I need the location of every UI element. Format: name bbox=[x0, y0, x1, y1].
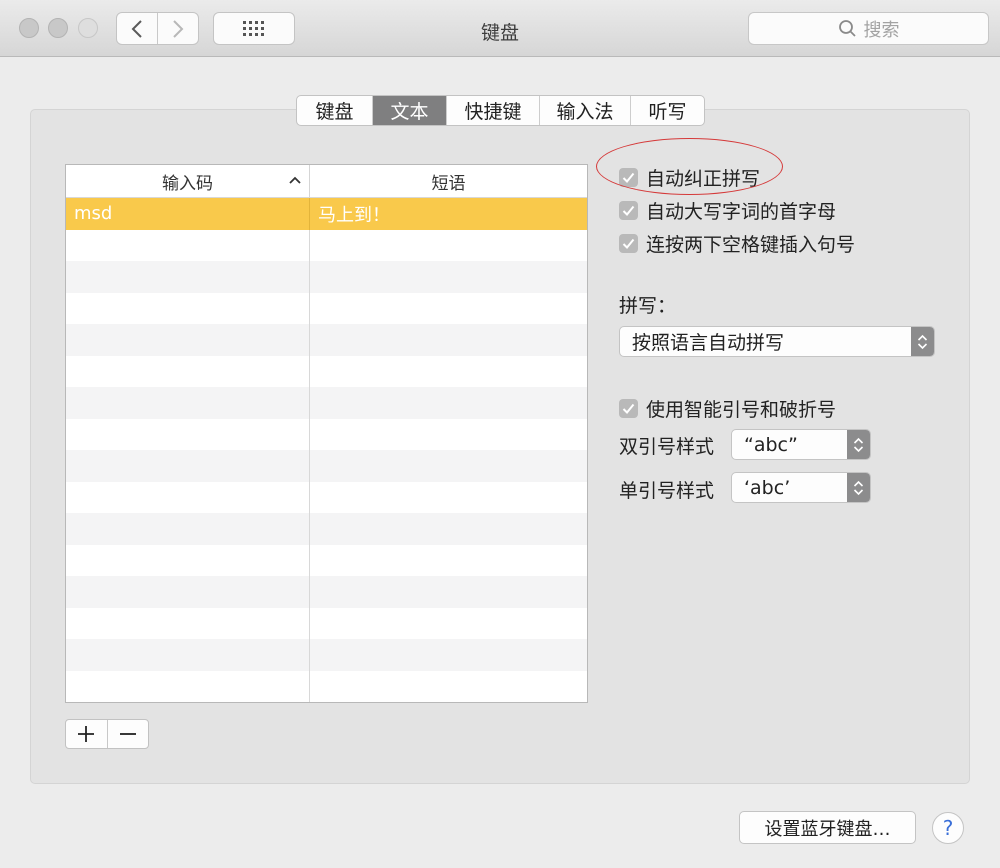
table-row-empty bbox=[66, 292, 587, 324]
add-remove-control bbox=[65, 719, 149, 749]
smart-quotes-label: 使用智能引号和破折号 bbox=[646, 399, 837, 421]
autocap-option[interactable]: 自动大写字词的首字母 bbox=[619, 197, 836, 224]
zoom-window-button[interactable] bbox=[78, 18, 98, 38]
table-row-empty bbox=[66, 670, 587, 702]
up-down-chevron-icon bbox=[853, 437, 864, 452]
search-icon bbox=[838, 20, 856, 37]
remove-button[interactable] bbox=[106, 720, 149, 748]
autocap-label: 自动大写字词的首字母 bbox=[646, 201, 837, 223]
back-button[interactable] bbox=[117, 13, 157, 44]
setup-bluetooth-keyboard-button[interactable]: 设置蓝牙键盘… bbox=[739, 811, 916, 844]
single-quote-popup[interactable]: ‘abc’ bbox=[731, 472, 871, 503]
chevron-left-icon bbox=[131, 19, 142, 38]
cell-code[interactable]: msd bbox=[66, 198, 310, 230]
tab-bar: 键盘 文本 快捷键 输入法 听写 bbox=[296, 95, 705, 126]
table-row[interactable]: msd 马上到！ bbox=[66, 198, 587, 230]
text-replacement-table[interactable]: 输入码 短语 msd 马上到！ bbox=[65, 164, 588, 703]
search-field[interactable]: 搜索 bbox=[748, 12, 989, 45]
popup-stepper bbox=[847, 473, 870, 502]
table-row-empty bbox=[66, 544, 587, 576]
tab-dictation[interactable]: 听写 bbox=[630, 96, 704, 125]
tab-text[interactable]: 文本 bbox=[372, 96, 446, 125]
up-down-chevron-icon bbox=[853, 480, 864, 495]
table-row-empty bbox=[66, 387, 587, 419]
double-quote-popup[interactable]: “abc” bbox=[731, 429, 871, 460]
table-row-empty bbox=[66, 639, 587, 671]
autocap-checkbox[interactable] bbox=[619, 201, 638, 220]
table-row-empty bbox=[66, 418, 587, 450]
add-button[interactable] bbox=[66, 720, 107, 748]
table-row-empty bbox=[66, 450, 587, 482]
column-header-code[interactable]: 输入码 bbox=[66, 165, 310, 197]
double-quote-value: “abc” bbox=[744, 433, 798, 456]
table-row-empty bbox=[66, 702, 587, 703]
forward-button[interactable] bbox=[157, 13, 198, 44]
table-row-empty bbox=[66, 261, 587, 293]
spelling-label: 拼写： bbox=[619, 295, 677, 317]
cell-phrase[interactable]: 马上到！ bbox=[310, 198, 587, 230]
double-space-period-option[interactable]: 连按两下空格键插入句号 bbox=[619, 230, 855, 257]
up-down-chevron-icon bbox=[917, 334, 928, 349]
spelling-value: 按照语言自动拼写 bbox=[632, 332, 785, 354]
tab-keyboard[interactable]: 键盘 bbox=[297, 96, 372, 125]
single-quote-label: 单引号样式 bbox=[619, 480, 715, 502]
popup-stepper bbox=[911, 327, 934, 356]
chevron-right-icon bbox=[173, 19, 184, 38]
search-placeholder: 搜索 bbox=[863, 19, 900, 41]
minimize-window-button[interactable] bbox=[48, 18, 68, 38]
column-header-phrase[interactable]: 短语 bbox=[310, 165, 587, 197]
navigation-buttons bbox=[116, 12, 199, 45]
checkmark-icon bbox=[622, 403, 635, 414]
table-row-empty bbox=[66, 229, 587, 261]
checkmark-icon bbox=[622, 205, 635, 216]
popup-stepper bbox=[847, 430, 870, 459]
minus-icon bbox=[119, 733, 136, 735]
table-body: msd 马上到！ bbox=[66, 198, 587, 703]
table-row-empty bbox=[66, 481, 587, 513]
grid-icon bbox=[243, 20, 264, 36]
sort-ascending-icon bbox=[289, 176, 301, 184]
title-bar: 键盘 搜索 bbox=[0, 0, 1000, 57]
plus-icon bbox=[78, 726, 95, 742]
double-space-period-checkbox[interactable] bbox=[619, 234, 638, 253]
table-row-empty bbox=[66, 513, 587, 545]
checkmark-icon bbox=[622, 238, 635, 249]
annotation-circle bbox=[596, 138, 783, 195]
double-quote-label: 双引号样式 bbox=[619, 436, 715, 458]
tab-shortcuts[interactable]: 快捷键 bbox=[446, 96, 539, 125]
table-row-empty bbox=[66, 355, 587, 387]
table-row-empty bbox=[66, 607, 587, 639]
show-all-button[interactable] bbox=[213, 12, 295, 45]
help-button[interactable]: ? bbox=[932, 812, 964, 844]
spelling-popup[interactable]: 按照语言自动拼写 bbox=[619, 326, 935, 357]
table-header: 输入码 短语 bbox=[66, 165, 587, 198]
close-window-button[interactable] bbox=[19, 18, 39, 38]
smart-quotes-option[interactable]: 使用智能引号和破折号 bbox=[619, 395, 836, 422]
single-quote-value: ‘abc’ bbox=[744, 476, 791, 499]
tab-input-sources[interactable]: 输入法 bbox=[539, 96, 630, 125]
table-row-empty bbox=[66, 324, 587, 356]
double-space-period-label: 连按两下空格键插入句号 bbox=[646, 234, 856, 256]
table-row-empty bbox=[66, 576, 587, 608]
smart-quotes-checkbox[interactable] bbox=[619, 399, 638, 418]
window-title: 键盘 bbox=[480, 22, 519, 44]
